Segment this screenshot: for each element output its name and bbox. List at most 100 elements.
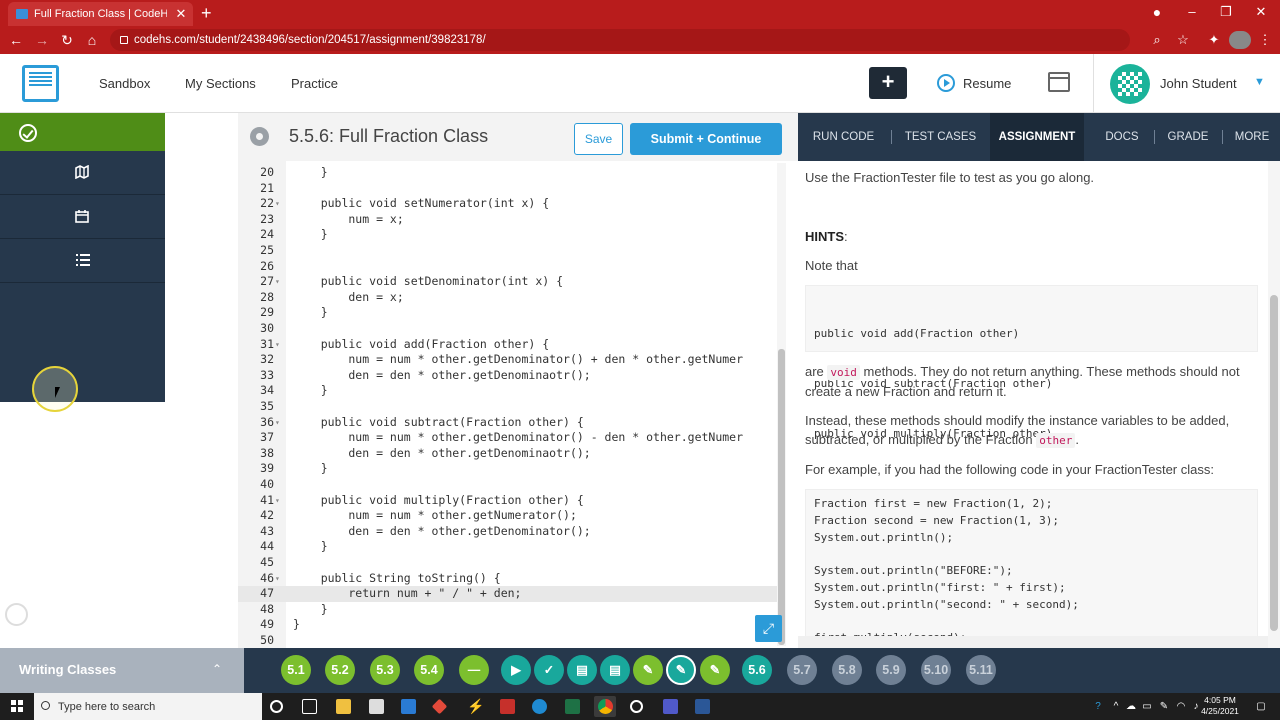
codehs-logo-icon[interactable] — [22, 65, 59, 102]
submit-continue-button[interactable]: Submit + Continue — [630, 123, 782, 155]
media-icon[interactable] — [630, 700, 643, 713]
fold-arrow-icon[interactable]: ▾ — [275, 493, 283, 509]
code-line[interactable]: 42 num = num * other.getNumerator(); — [238, 508, 786, 524]
lesson-5-9[interactable]: 5.9 — [876, 655, 906, 685]
tab-grade[interactable]: GRADE — [1156, 113, 1220, 161]
taskbar-search-input[interactable]: Type here to search — [34, 693, 262, 720]
current-pencil-icon[interactable]: ✎ — [666, 655, 696, 685]
nav-sandbox[interactable]: Sandbox — [99, 76, 150, 91]
code-line[interactable]: 40 — [238, 477, 786, 493]
gear-icon[interactable] — [250, 127, 269, 146]
excel-icon[interactable] — [565, 699, 580, 714]
windows-start-icon[interactable] — [11, 700, 23, 712]
code-line[interactable]: 23 num = x; — [238, 212, 786, 228]
sidebar-item-calendar[interactable] — [0, 195, 165, 239]
code-line[interactable]: 41 ▾ public void multiply(Fraction other)… — [238, 493, 786, 509]
file-explorer-icon[interactable] — [336, 699, 351, 714]
help-icon[interactable]: ? — [1092, 700, 1104, 713]
editor-scroll-thumb[interactable] — [778, 349, 785, 645]
lightning-icon[interactable]: ⚡ — [467, 699, 484, 714]
code-line[interactable]: 32 num = num * other.getDenominator() + … — [238, 352, 786, 368]
tab-run-code[interactable]: RUN CODE — [798, 113, 889, 161]
lesson-5-3[interactable]: 5.3 — [370, 655, 400, 685]
lesson-5-10[interactable]: 5.10 — [921, 655, 951, 685]
word-icon[interactable] — [695, 699, 710, 714]
code-line[interactable]: 24 } — [238, 227, 786, 243]
pen-icon[interactable]: ✎ — [1158, 700, 1170, 713]
teams-icon[interactable] — [663, 699, 678, 714]
lesson-5-8[interactable]: 5.8 — [832, 655, 862, 685]
nav-my-sections[interactable]: My Sections — [185, 76, 256, 91]
code-line[interactable]: 36 ▾ public void subtract(Fraction other)… — [238, 415, 786, 431]
profile-menu-icon[interactable]: ● — [1146, 3, 1168, 21]
code-line[interactable]: 47 return num + " / " + den; — [238, 586, 786, 602]
section-selector[interactable]: Writing Classes ⌃ — [0, 648, 244, 693]
code-line[interactable]: 21 — [238, 181, 786, 197]
document-icon[interactable]: ▤ — [600, 655, 630, 685]
lesson-5-7[interactable]: 5.7 — [787, 655, 817, 685]
avatar[interactable] — [1110, 64, 1150, 104]
code-line[interactable]: 29 } — [238, 305, 786, 321]
code-line[interactable]: 34 } — [238, 383, 786, 399]
code-line[interactable]: 37 num = num * other.getDenominator() - … — [238, 430, 786, 446]
code-line[interactable]: 25 — [238, 243, 786, 259]
pencil-icon[interactable]: ✎ — [700, 655, 730, 685]
code-line[interactable]: 26 — [238, 259, 786, 275]
horizontal-scrollbar[interactable] — [798, 636, 1268, 648]
zoom-icon[interactable]: ⌕ — [1148, 32, 1166, 48]
mail-icon[interactable] — [401, 699, 416, 714]
code-line[interactable]: 31 ▾ public void add(Fraction other) { — [238, 337, 786, 353]
forward-icon[interactable]: → — [33, 31, 51, 49]
back-icon[interactable]: ← — [7, 31, 25, 49]
code-line[interactable]: 28 den = x; — [238, 290, 786, 306]
lesson-5-4[interactable]: 5.4 — [414, 655, 444, 685]
notification-icon[interactable]: ▢ — [1255, 700, 1267, 713]
wifi-icon[interactable]: ◠ — [1175, 700, 1187, 713]
git-icon[interactable] — [431, 698, 448, 715]
code-line[interactable]: 50 — [238, 633, 786, 648]
code-line[interactable]: 35 — [238, 399, 786, 415]
browser-profile-avatar[interactable] — [1229, 31, 1251, 49]
extensions-icon[interactable]: ✦ — [1205, 32, 1223, 48]
battery-icon[interactable]: ▭ — [1141, 700, 1153, 713]
lesson-5-6[interactable]: 5.6 — [742, 655, 772, 685]
code-line[interactable]: 30 — [238, 321, 786, 337]
home-icon[interactable]: ⌂ — [83, 31, 101, 49]
save-button[interactable]: Save — [574, 123, 623, 155]
create-button[interactable]: + — [869, 67, 907, 99]
code-line[interactable]: 45 — [238, 555, 786, 571]
chevron-down-icon[interactable]: ▼ — [1254, 76, 1265, 88]
minimize-icon[interactable]: – — [1181, 3, 1203, 21]
assignment-scroll-thumb[interactable] — [1270, 295, 1278, 631]
sidebar-item-list[interactable] — [0, 239, 165, 283]
fold-arrow-icon[interactable]: ▾ — [275, 274, 283, 290]
cloud-icon[interactable]: ☁ — [1125, 700, 1137, 713]
video-icon[interactable]: ▶ — [501, 655, 531, 685]
fold-arrow-icon[interactable]: ▾ — [275, 337, 283, 353]
tab-docs[interactable]: DOCS — [1088, 113, 1156, 161]
address-bar[interactable]: codehs.com/student/2438496/section/20451… — [110, 29, 1130, 51]
document-icon[interactable]: ▤ — [567, 655, 597, 685]
fold-arrow-icon[interactable]: ▾ — [275, 571, 283, 587]
window-icon[interactable] — [1048, 72, 1070, 92]
quiz-check-icon[interactable]: ✓ — [534, 655, 564, 685]
editor-scrollbar[interactable] — [777, 163, 786, 646]
close-window-icon[interactable]: ✕ — [1250, 3, 1272, 21]
nav-practice[interactable]: Practice — [291, 76, 338, 91]
maximize-icon[interactable]: ❐ — [1215, 3, 1237, 21]
code-line[interactable]: 49} — [238, 617, 786, 633]
new-tab-button[interactable]: + — [201, 3, 212, 23]
code-line[interactable]: 43 den = den * other.getDenominator(); — [238, 524, 786, 540]
resume-button[interactable]: Resume — [937, 74, 1011, 92]
sidebar-item-map[interactable] — [0, 151, 165, 195]
fold-arrow-icon[interactable]: ▾ — [275, 415, 283, 431]
lesson-5-11[interactable]: 5.11 — [966, 655, 996, 685]
cortana-icon[interactable] — [270, 700, 283, 713]
code-editor[interactable]: 20 } 21 22 ▾ public void setNumerator(int x… — [238, 161, 798, 648]
browser-tab[interactable]: Full Fraction Class | CodeHS ✕ — [8, 2, 193, 26]
task-view-icon[interactable] — [302, 699, 317, 714]
code-line[interactable]: 22 ▾ public void setNumerator(int x) { — [238, 196, 786, 212]
taskbar-clock[interactable]: 4:05 PM 4/25/2021 — [1198, 695, 1242, 717]
reload-icon[interactable]: ↻ — [58, 31, 76, 49]
tab-test-cases[interactable]: TEST CASES — [893, 113, 988, 161]
